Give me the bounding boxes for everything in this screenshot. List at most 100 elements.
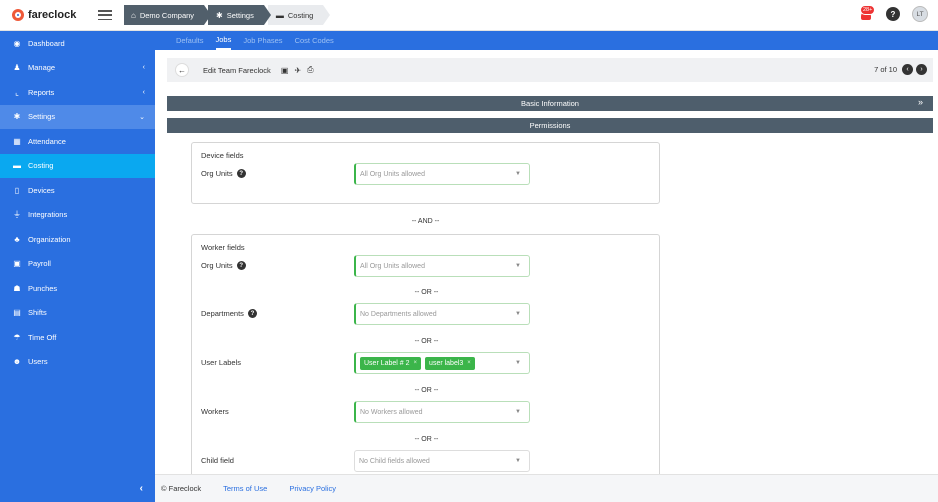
sidebar-item-reports[interactable]: ⌞ Reports ‹ [0, 80, 155, 105]
child-field-select[interactable]: No Child fields allowed ▼ [354, 450, 530, 472]
section-title: Basic Information [521, 99, 579, 108]
question-icon[interactable]: ? [247, 309, 257, 318]
caret-down-icon: ▼ [515, 311, 521, 317]
breadcrumb-label: Demo Company [139, 10, 195, 20]
chevron-left-icon: ‹ [142, 88, 145, 96]
logo-text: fareclock [28, 9, 77, 21]
double-chevron-down-icon[interactable]: » [918, 97, 923, 107]
sidebar-item-payroll[interactable]: ▣ Payroll [0, 252, 155, 277]
tab-defaults[interactable]: Defaults [176, 31, 204, 50]
copyright-text: © Fareclock [161, 484, 202, 493]
organization-icon: ♣ [14, 234, 20, 244]
sidebar-item-label: Settings [28, 112, 56, 122]
sidebar-item-label: Devices [28, 185, 55, 195]
costing-icon: ▬ [275, 10, 284, 20]
device-org-units-select[interactable]: All Org Units allowed ▼ [354, 163, 530, 185]
integrations-icon: ⏚ [13, 210, 21, 220]
worker-fields-title: Worker fields [201, 243, 245, 252]
sidebar-item-label: Costing [28, 161, 54, 171]
basic-information-section[interactable]: Basic Information » [167, 96, 933, 111]
print-icon[interactable]: ⎙ [307, 65, 313, 75]
help-icon[interactable]: ? [886, 7, 900, 21]
question-icon[interactable]: ? [236, 169, 246, 178]
main-content: ← Edit Team Fareclock ▣ ✈ ⎙ 7 of 10 ‹ › … [155, 50, 938, 474]
question-icon[interactable]: ? [236, 261, 246, 270]
megaphone-icon[interactable]: ✈ [294, 66, 301, 75]
chevron-left-icon: ‹ [142, 64, 145, 72]
gear-icon: ✱ [13, 112, 21, 122]
costing-icon: ▬ [13, 161, 21, 171]
sidebar-item-punches[interactable]: ☗ Punches [0, 276, 155, 301]
edit-toolbar: ← Edit Team Fareclock ▣ ✈ ⎙ 7 of 10 ‹ › [167, 58, 933, 82]
sidebar-item-shifts[interactable]: ▤ Shifts [0, 301, 155, 326]
tab-jobs[interactable]: Jobs [215, 31, 232, 50]
permissions-section[interactable]: Permissions [167, 118, 933, 133]
breadcrumb: ⌂ Demo Company ✱ Settings ▬ Costing [124, 5, 331, 25]
id-card-icon[interactable]: ▣ [281, 66, 289, 75]
sidebar-item-label: Attendance [28, 136, 66, 146]
previous-record-button[interactable]: ‹ [902, 64, 913, 75]
sidebar-item-organization[interactable]: ♣ Organization [0, 227, 155, 252]
field-label: Workers [201, 407, 229, 416]
sidebar-item-label: Manage [28, 63, 56, 73]
child-field-label: Child field [201, 456, 234, 465]
breadcrumb-demo-company[interactable]: ⌂ Demo Company [124, 5, 212, 25]
sidebar-item-settings[interactable]: ✱ Settings ⌄ [0, 104, 155, 129]
tab-job-phases[interactable]: Job Phases [243, 31, 282, 50]
sidebar-item-attendance[interactable]: ▦ Attendance [0, 129, 155, 154]
sidebar-item-label: Dashboard [28, 38, 65, 48]
caret-down-icon: ▼ [515, 458, 521, 464]
timeoff-icon: ☂ [13, 332, 21, 342]
caret-down-icon: ▼ [515, 263, 521, 269]
dashboard-icon: ◉ [13, 38, 21, 48]
fareclock-logo-icon [12, 9, 24, 21]
and-separator: -- AND -- [411, 218, 440, 225]
sidebar: ◉ Dashboard ♟ Manage ‹ ⌞ Reports ‹ ✱ Settings ⌄… [0, 31, 155, 502]
caret-down-icon: ▼ [515, 171, 521, 177]
record-pager: 7 of 10 ‹ › [874, 64, 927, 75]
sidebar-item-dashboard[interactable]: ◉ Dashboard [0, 31, 155, 56]
breadcrumb-costing[interactable]: ▬ Costing [267, 5, 331, 25]
costing-tabs: Defaults Jobs Job Phases Cost Codes [155, 31, 938, 50]
tag-label: user label3 [429, 359, 464, 367]
departments-select[interactable]: No Departments allowed ▼ [354, 303, 530, 325]
sidebar-item-manage[interactable]: ♟ Manage ‹ [0, 56, 155, 81]
sidebar-item-label: Time Off [28, 332, 57, 342]
tag-remove-icon[interactable]: × [414, 360, 418, 366]
terms-of-use-link[interactable]: Terms of Use [223, 484, 267, 493]
device-fields-title: Device fields [201, 151, 244, 160]
chevron-left-icon: ‹ [139, 482, 143, 494]
sidebar-item-label: Organization [28, 234, 71, 244]
breadcrumb-settings[interactable]: ✱ Settings [208, 5, 271, 25]
field-label: User Labels [201, 358, 242, 367]
gear-icon: ✱ [216, 10, 223, 20]
sidebar-item-label: Shifts [28, 308, 47, 318]
tab-cost-codes[interactable]: Cost Codes [295, 31, 334, 50]
home-icon: ⌂ [131, 10, 136, 20]
shifts-icon: ▤ [13, 308, 21, 318]
privacy-policy-link[interactable]: Privacy Policy [289, 484, 336, 493]
worker-org-units-select[interactable]: All Org Units allowed ▼ [354, 255, 530, 277]
hamburger-menu-icon[interactable] [98, 10, 112, 20]
sidebar-item-time-off[interactable]: ☂ Time Off [0, 325, 155, 350]
or-separator: -- OR -- [414, 387, 439, 394]
sidebar-collapse-button[interactable]: ‹ [0, 474, 155, 502]
back-button[interactable]: ← [175, 63, 189, 77]
devices-icon: ▯ [14, 185, 20, 195]
notification-bell-icon[interactable]: 28+ [858, 5, 876, 21]
departments-label: Departments ? [201, 309, 257, 318]
sidebar-item-costing[interactable]: ▬ Costing [0, 153, 155, 178]
logo[interactable]: fareclock [12, 9, 90, 21]
breadcrumb-label: Settings [226, 10, 254, 20]
sidebar-item-users[interactable]: ☻ Users [0, 350, 155, 375]
breadcrumb-label: Costing [287, 10, 314, 20]
caret-down-icon: ▼ [515, 360, 521, 366]
next-record-button[interactable]: › [916, 64, 927, 75]
avatar[interactable]: LT [912, 6, 928, 22]
select-placeholder: All Org Units allowed [360, 262, 425, 270]
tag-remove-icon[interactable]: × [467, 360, 471, 366]
workers-select[interactable]: No Workers allowed ▼ [354, 401, 530, 423]
sidebar-item-devices[interactable]: ▯ Devices [0, 178, 155, 203]
user-labels-select[interactable]: User Label # 2 × user label3 × ▼ [354, 352, 530, 374]
sidebar-item-integrations[interactable]: ⏚ Integrations [0, 203, 155, 228]
